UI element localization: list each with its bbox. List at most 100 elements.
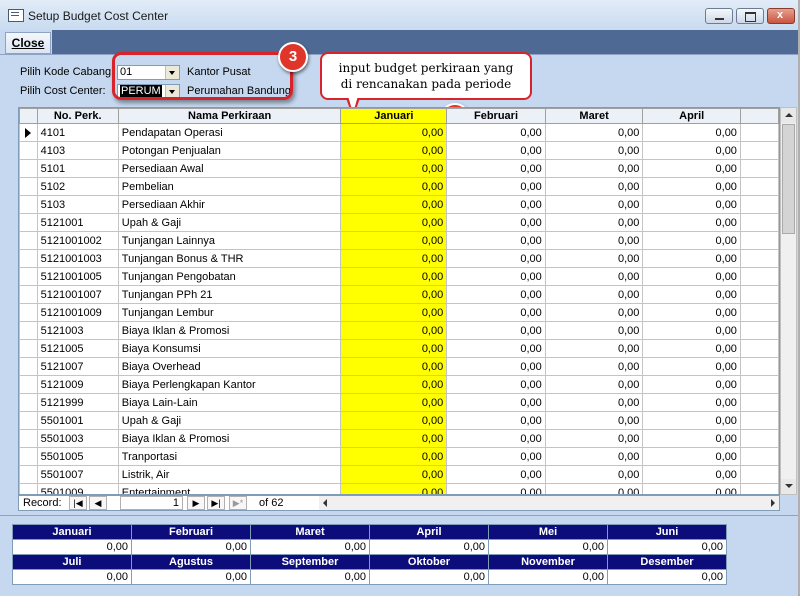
cell-nama-perkiraan[interactable]: Biaya Overhead: [117, 357, 342, 376]
cell-maret[interactable]: 0,00: [544, 411, 644, 430]
cell-februari[interactable]: 0,00: [446, 393, 546, 412]
cell-maret[interactable]: 0,00: [544, 465, 644, 484]
cell-januari[interactable]: 0,00: [340, 393, 448, 412]
cell-maret[interactable]: 0,00: [544, 177, 644, 196]
cell-februari[interactable]: 0,00: [446, 303, 546, 322]
cell-april[interactable]: 0,00: [642, 159, 741, 178]
row-selector[interactable]: [19, 393, 38, 412]
cell-nama-perkiraan[interactable]: Biaya Lain-Lain: [117, 393, 342, 412]
cell-januari[interactable]: 0,00: [340, 447, 448, 466]
cell-maret[interactable]: 0,00: [544, 321, 644, 340]
col-januari[interactable]: Januari: [340, 108, 448, 124]
table-row[interactable]: 5121001002 Tunjangan Lainnya 0,00 0,00 0,00 0…: [19, 231, 779, 250]
cell-no-perk[interactable]: 5101: [36, 159, 119, 178]
cell-no-perk[interactable]: 5501007: [36, 465, 119, 484]
prev-record-icon[interactable]: ◀: [89, 496, 107, 510]
cell-maret[interactable]: 0,00: [544, 357, 644, 376]
next-record-icon[interactable]: ▶: [187, 496, 205, 510]
cell-maret[interactable]: 0,00: [544, 159, 644, 178]
cell-januari[interactable]: 0,00: [340, 123, 448, 142]
cell-nama-perkiraan[interactable]: Potongan Penjualan: [117, 141, 342, 160]
window-close-button[interactable]: [767, 8, 795, 24]
cell-maret[interactable]: 0,00: [544, 393, 644, 412]
table-row[interactable]: 4103 Potongan Penjualan 0,00 0,00 0,00 0,00: [19, 141, 779, 160]
cell-no-perk[interactable]: 4103: [36, 141, 119, 160]
scroll-right-icon[interactable]: [765, 496, 779, 510]
cell-februari[interactable]: 0,00: [446, 375, 546, 394]
cell-april[interactable]: 0,00: [642, 375, 741, 394]
cell-april[interactable]: 0,00: [642, 123, 741, 142]
cell-maret[interactable]: 0,00: [544, 303, 644, 322]
cell-nama-perkiraan[interactable]: Biaya Konsumsi: [117, 339, 342, 358]
maximize-button[interactable]: [736, 8, 764, 24]
row-selector[interactable]: [19, 249, 38, 268]
cell-januari[interactable]: 0,00: [340, 339, 448, 358]
cell-nama-perkiraan[interactable]: Biaya Perlengkapan Kantor: [117, 375, 342, 394]
first-record-icon[interactable]: |◀: [69, 496, 87, 510]
cell-februari[interactable]: 0,00: [446, 213, 546, 232]
row-selector[interactable]: [19, 195, 38, 214]
cell-no-perk[interactable]: 5121001002: [36, 231, 119, 250]
row-selector[interactable]: [19, 339, 38, 358]
cell-no-perk[interactable]: 4101: [36, 123, 119, 142]
row-selector[interactable]: [19, 123, 38, 142]
cell-nama-perkiraan[interactable]: Upah & Gaji: [117, 213, 342, 232]
cell-nama-perkiraan[interactable]: Biaya Iklan & Promosi: [117, 321, 342, 340]
cell-maret[interactable]: 0,00: [544, 195, 644, 214]
scroll-thumb[interactable]: [782, 124, 795, 234]
cell-februari[interactable]: 0,00: [446, 447, 546, 466]
row-selector[interactable]: [19, 177, 38, 196]
table-row[interactable]: 5121001007 Tunjangan PPh 21 0,00 0,00 0,00 0,…: [19, 285, 779, 304]
new-record-icon[interactable]: ▶*: [229, 496, 247, 510]
cell-april[interactable]: 0,00: [642, 285, 741, 304]
row-selector[interactable]: [19, 429, 38, 448]
table-row[interactable]: 5121999 Biaya Lain-Lain 0,00 0,00 0,00 0,00: [19, 393, 779, 412]
cell-januari[interactable]: 0,00: [340, 177, 448, 196]
cell-no-perk[interactable]: 5121001: [36, 213, 119, 232]
col-no-perk[interactable]: No. Perk.: [36, 108, 119, 124]
cell-april[interactable]: 0,00: [642, 195, 741, 214]
col-nama-perkiraan[interactable]: Nama Perkiraan: [117, 108, 342, 124]
row-selector[interactable]: [19, 159, 38, 178]
cell-januari[interactable]: 0,00: [340, 411, 448, 430]
close-button[interactable]: Close: [5, 32, 51, 54]
row-selector[interactable]: [19, 411, 38, 430]
cell-nama-perkiraan[interactable]: Tranportasi: [117, 447, 342, 466]
cell-no-perk[interactable]: 5121005: [36, 339, 119, 358]
table-row[interactable]: 5501005 Tranportasi 0,00 0,00 0,00 0,00: [19, 447, 779, 466]
cell-februari[interactable]: 0,00: [446, 465, 546, 484]
table-row[interactable]: 5121005 Biaya Konsumsi 0,00 0,00 0,00 0,00: [19, 339, 779, 358]
cell-nama-perkiraan[interactable]: Persediaan Awal: [117, 159, 342, 178]
cell-januari[interactable]: 0,00: [340, 357, 448, 376]
cell-januari[interactable]: 0,00: [340, 267, 448, 286]
cell-no-perk[interactable]: 5103: [36, 195, 119, 214]
cell-nama-perkiraan[interactable]: Pembelian: [117, 177, 342, 196]
cell-no-perk[interactable]: 5121001003: [36, 249, 119, 268]
cell-april[interactable]: 0,00: [642, 177, 741, 196]
cell-no-perk[interactable]: 5501001: [36, 411, 119, 430]
cell-maret[interactable]: 0,00: [544, 375, 644, 394]
cell-maret[interactable]: 0,00: [544, 339, 644, 358]
cell-maret[interactable]: 0,00: [544, 285, 644, 304]
row-selector[interactable]: [19, 141, 38, 160]
cell-april[interactable]: 0,00: [642, 303, 741, 322]
table-row[interactable]: 5121009 Biaya Perlengkapan Kantor 0,00 0,00…: [19, 375, 779, 394]
table-row[interactable]: 5102 Pembelian 0,00 0,00 0,00 0,00: [19, 177, 779, 196]
cell-no-perk[interactable]: 5121001009: [36, 303, 119, 322]
cell-januari[interactable]: 0,00: [340, 483, 448, 494]
row-selector[interactable]: [19, 267, 38, 286]
cell-april[interactable]: 0,00: [642, 447, 741, 466]
cell-januari[interactable]: 0,00: [340, 429, 448, 448]
table-row[interactable]: 5501001 Upah & Gaji 0,00 0,00 0,00 0,00: [19, 411, 779, 430]
cell-april[interactable]: 0,00: [642, 411, 741, 430]
table-row[interactable]: 5121003 Biaya Iklan & Promosi 0,00 0,00 0,00…: [19, 321, 779, 340]
cell-januari[interactable]: 0,00: [340, 231, 448, 250]
table-row[interactable]: 5103 Persediaan Akhir 0,00 0,00 0,00 0,00: [19, 195, 779, 214]
row-selector[interactable]: [19, 213, 38, 232]
cell-januari[interactable]: 0,00: [340, 249, 448, 268]
col-april[interactable]: April: [642, 108, 741, 124]
cell-februari[interactable]: 0,00: [446, 285, 546, 304]
cell-april[interactable]: 0,00: [642, 393, 741, 412]
cell-januari[interactable]: 0,00: [340, 213, 448, 232]
minimize-button[interactable]: [705, 8, 733, 24]
